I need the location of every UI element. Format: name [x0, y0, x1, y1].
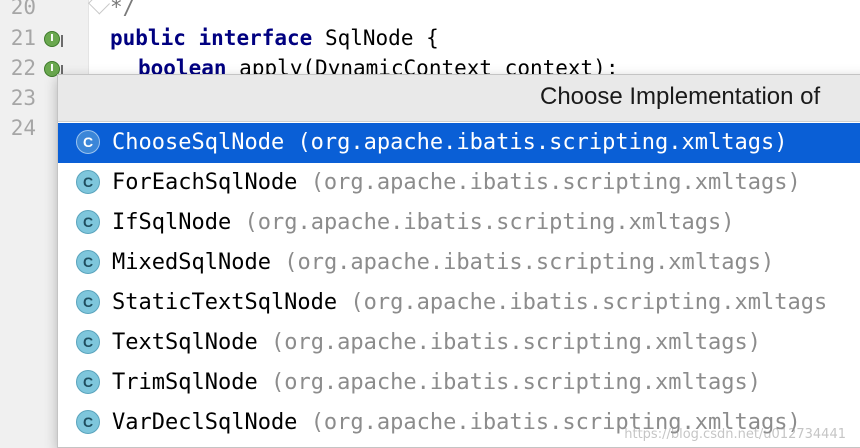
class-name: ForEachSqlNode	[112, 170, 298, 195]
keyword: public	[110, 26, 186, 50]
package-name: (org.apache.ibatis.scripting.xmltags)	[270, 370, 762, 395]
line-number: 23	[10, 86, 36, 110]
class-icon: C	[76, 410, 100, 434]
choose-implementation-popup: Choose Implementation of C ChooseSqlNode…	[57, 74, 860, 448]
class-name: TrimSqlNode	[112, 370, 258, 395]
code-comment-end: */	[110, 0, 136, 19]
item-text: StaticTextSqlNode (org.apache.ibatis.scr…	[112, 287, 827, 319]
keyword: interface	[198, 26, 313, 50]
package-name: (org.apache.ibatis.scripting.xmltags)	[310, 170, 801, 195]
class-icon: C	[76, 370, 100, 394]
arrow-down-icon	[59, 35, 63, 47]
implementation-item[interactable]: C ForEachSqlNode (org.apache.ibatis.scri…	[58, 163, 860, 203]
item-text: TrimSqlNode (org.apache.ibatis.scripting…	[112, 367, 761, 399]
popup-header: Choose Implementation of	[58, 75, 860, 122]
implementation-item[interactable]: C StaticTextSqlNode (org.apache.ibatis.s…	[58, 283, 860, 323]
class-name: IfSqlNode	[112, 210, 232, 235]
line-number: 22	[10, 56, 36, 80]
item-text: IfSqlNode (org.apache.ibatis.scripting.x…	[112, 207, 735, 239]
fold-marker-icon[interactable]	[88, 0, 110, 15]
implementation-item[interactable]: C TextSqlNode (org.apache.ibatis.scripti…	[58, 323, 860, 363]
item-text: MixedSqlNode (org.apache.ibatis.scriptin…	[112, 247, 774, 279]
item-text: TextSqlNode (org.apache.ibatis.scripting…	[112, 327, 761, 359]
class-name: StaticTextSqlNode	[112, 290, 338, 315]
class-icon: C	[76, 290, 100, 314]
implementation-item[interactable]: C TrimSqlNode (org.apache.ibatis.scripti…	[58, 363, 860, 403]
line-number: 21	[10, 26, 36, 50]
package-name: (org.apache.ibatis.scripting.xmltags)	[297, 130, 788, 155]
code-text: SqlNode {	[324, 26, 439, 50]
class-icon: C	[76, 170, 100, 194]
package-name: (org.apache.ibatis.scripting.xmltags)	[270, 330, 762, 355]
class-name: MixedSqlNode	[112, 250, 271, 275]
implementation-item[interactable]: C MixedSqlNode (org.apache.ibatis.script…	[58, 243, 860, 283]
implementation-item[interactable]: C ChooseSqlNode (org.apache.ibatis.scrip…	[58, 123, 860, 163]
package-name: (org.apache.ibatis.scripting.xmltags	[350, 290, 828, 315]
popup-title: Choose Implementation of	[540, 83, 821, 110]
item-text: ForEachSqlNode (org.apache.ibatis.script…	[112, 167, 801, 199]
line-number: 24	[10, 116, 36, 140]
interface-impl-icon: I	[44, 31, 60, 47]
class-icon: C	[76, 210, 100, 234]
package-name: (org.apache.ibatis.scripting.xmltags)	[244, 210, 735, 235]
package-name: (org.apache.ibatis.scripting.xmltags)	[284, 250, 775, 275]
class-icon: C	[76, 130, 100, 154]
class-icon: C	[76, 250, 100, 274]
line-number: 20	[10, 0, 36, 19]
class-icon: C	[76, 330, 100, 354]
class-name: TextSqlNode	[112, 330, 258, 355]
class-name: VarDeclSqlNode	[112, 410, 298, 435]
item-text: ChooseSqlNode (org.apache.ibatis.scripti…	[112, 127, 788, 159]
implementation-item[interactable]: C IfSqlNode (org.apache.ibatis.scripting…	[58, 203, 860, 243]
class-name: ChooseSqlNode	[112, 130, 285, 155]
implemented-gutter-icon[interactable]: I	[44, 29, 66, 51]
code-line-interface: public interface SqlNode {	[110, 23, 439, 53]
watermark: https://blog.csdn.net/u012734441	[624, 427, 846, 442]
implementation-list: C ChooseSqlNode (org.apache.ibatis.scrip…	[58, 123, 860, 443]
